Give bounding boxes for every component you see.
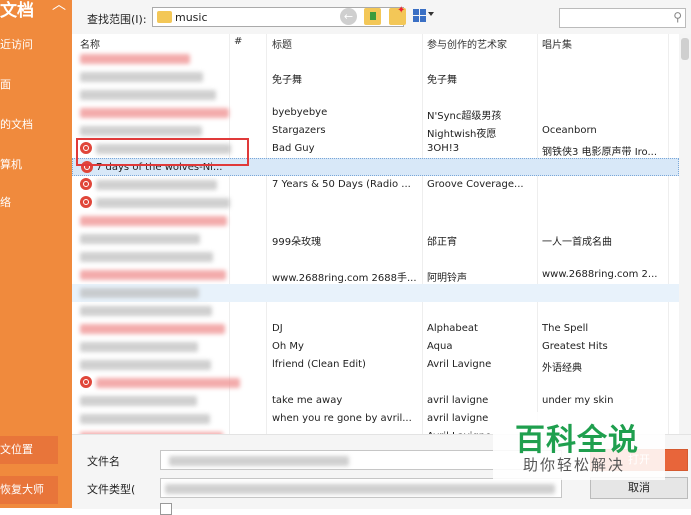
sidebar-item-network[interactable]: 络 (0, 194, 11, 210)
col-artist[interactable]: 参与创作的艺术家 (427, 36, 507, 51)
music-file-icon (80, 196, 92, 208)
col-name[interactable]: 名称 (80, 36, 100, 51)
cell-album: under my skin (542, 395, 614, 406)
view-menu-icon[interactable] (413, 8, 435, 25)
col-number[interactable]: # (234, 36, 242, 47)
cell-title: lfriend (Clean Edit) (272, 359, 366, 370)
collapse-icon[interactable]: ︿ (52, 0, 66, 14)
lookin-label: 查找范围(I): (87, 13, 147, 26)
music-file-icon (80, 376, 92, 388)
cell-artist: Groove Coverage... (427, 179, 524, 190)
up-folder-icon[interactable] (364, 8, 381, 25)
table-row[interactable] (72, 284, 679, 302)
lookin-value: music (175, 11, 208, 24)
table-row[interactable] (72, 374, 679, 392)
cell-title: 免子舞 (272, 75, 302, 86)
table-row[interactable]: take me away avril lavigne under my skin (72, 392, 679, 410)
table-row[interactable]: www.2688ring.com 2688手... 阿明铃声 www.2688rin… (72, 266, 679, 284)
sidebar-item-documents[interactable]: 的文档 (0, 116, 33, 132)
recovery-master-button[interactable]: 恢复大师 (0, 476, 58, 504)
table-row[interactable]: 7 Years & 50 Days (Radio ... Groove Cover… (72, 176, 679, 194)
watermark-title: 百科全说 (515, 423, 639, 458)
table-row[interactable] (72, 302, 679, 320)
table-row[interactable] (72, 50, 679, 68)
search-icon: ⚲ (673, 10, 682, 24)
cell-title: DJ (272, 323, 283, 334)
cell-title: 999朵玫瑰 (272, 237, 322, 248)
cell-album: Oceanborn (542, 125, 597, 136)
sidebar-title: 文档 (0, 1, 34, 21)
file-location-button[interactable]: 文位置 (0, 436, 58, 464)
table-row[interactable]: byebyebye N'Sync超级男孩 (72, 104, 679, 122)
selection-highlight (76, 138, 249, 166)
cell-album: www.2688ring.com 2... (542, 269, 658, 280)
sort-up-icon: ^ (147, 34, 155, 40)
cell-title: Bad Guy (272, 143, 315, 154)
back-icon[interactable]: ← (340, 8, 357, 25)
table-row[interactable] (72, 194, 679, 212)
search-input[interactable]: ⚲ (559, 8, 686, 28)
cell-album: The Spell (542, 323, 589, 334)
cell-title: byebyebye (272, 107, 328, 118)
cell-title: 7 Years & 50 Days (Radio ... (272, 179, 411, 190)
cell-title: take me away (272, 395, 343, 406)
table-row[interactable] (72, 248, 679, 266)
scroll-thumb[interactable] (681, 38, 689, 60)
cell-album: Greatest Hits (542, 341, 608, 352)
filename-label: 文件名 (87, 455, 120, 468)
cell-title: Oh My (272, 341, 304, 352)
table-row[interactable]: 免子舞 免子舞 (72, 68, 679, 86)
table-row[interactable]: DJ Alphabeat The Spell (72, 320, 679, 338)
cell-album: 外语经典 (542, 363, 582, 374)
table-row[interactable]: Oh My Aqua Greatest Hits (72, 338, 679, 356)
filetype-select[interactable] (160, 478, 562, 498)
cell-title: www.2688ring.com 2688手... (272, 273, 417, 284)
cell-album: 一人一首成名曲 (542, 237, 612, 248)
new-folder-icon[interactable] (389, 5, 406, 25)
table-row[interactable] (72, 86, 679, 104)
cell-album: 钢铁侠3 电影原声带 Iro... (542, 147, 658, 158)
cell-title: Stargazers (272, 125, 326, 136)
watermark-subtitle: 助你轻松解决 (523, 456, 626, 474)
sidebar-item-computer[interactable]: 算机 (0, 156, 22, 172)
cell-artist: 免子舞 (427, 75, 457, 86)
table-row[interactable] (72, 212, 679, 230)
cell-artist: N'Sync超级男孩 (427, 111, 502, 122)
sidebar-item-recent[interactable]: 近访问 (0, 36, 33, 52)
cell-title: when you re gone by avril... (272, 413, 412, 424)
vertical-scrollbar[interactable] (679, 34, 691, 434)
table-row[interactable]: lfriend (Clean Edit) Avril Lavigne 外语经典 (72, 356, 679, 374)
col-album[interactable]: 唱片集 (542, 36, 572, 51)
file-list[interactable]: 名称 ^ # 标题 参与创作的艺术家 唱片集 免子舞 免子舞 byebyebye N'… (72, 34, 679, 434)
list-header: 名称 ^ # 标题 参与创作的艺术家 唱片集 (72, 34, 679, 51)
watermark: 百科全说 助你轻松解决 (493, 412, 665, 480)
toolbar: 查找范围(I): music ⌄ ← ⚲ (72, 0, 691, 35)
music-file-icon (80, 178, 92, 190)
readonly-checkbox[interactable] (160, 503, 172, 515)
table-row[interactable]: 999朵玫瑰 邰正宵 一人一首成名曲 (72, 230, 679, 248)
cancel-button[interactable]: 取消 (590, 477, 688, 499)
sidebar: 文档 ︿ 近访问 面 的文档 算机 络 文位置 恢复大师 (0, 0, 72, 508)
col-title[interactable]: 标题 (272, 36, 292, 51)
folder-icon (157, 11, 172, 23)
sidebar-item-desktop[interactable]: 面 (0, 76, 11, 92)
filetype-label: 文件类型( (87, 483, 136, 496)
